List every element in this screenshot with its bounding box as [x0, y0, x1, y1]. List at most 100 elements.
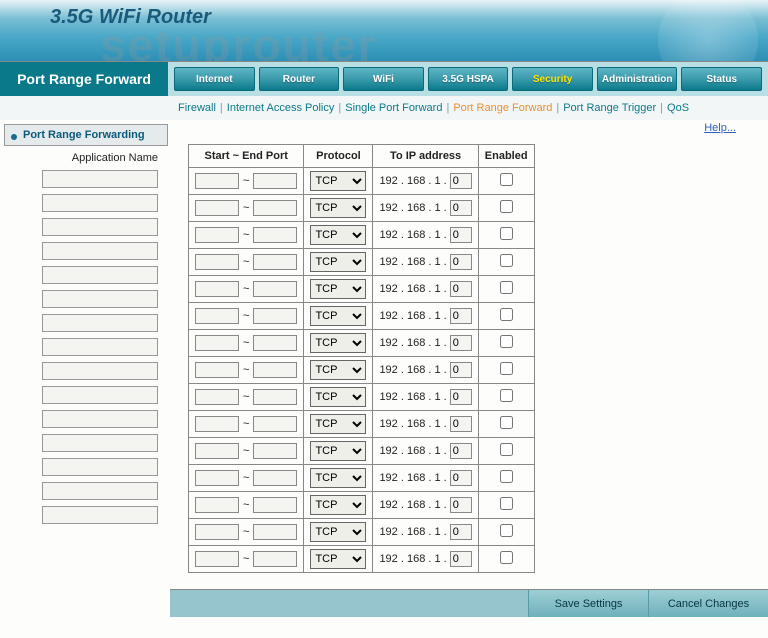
enabled-checkbox[interactable] [500, 416, 513, 429]
enabled-checkbox[interactable] [500, 443, 513, 456]
ip-last-octet-input[interactable] [450, 335, 472, 351]
application-name-input[interactable] [42, 266, 158, 284]
nav-tab-wifi[interactable]: WiFi [343, 67, 424, 91]
ip-last-octet-input[interactable] [450, 227, 472, 243]
protocol-select[interactable]: TCPUDPBoth [310, 171, 366, 191]
start-port-input[interactable] [195, 470, 239, 486]
enabled-checkbox[interactable] [500, 200, 513, 213]
protocol-select[interactable]: TCPUDPBoth [310, 468, 366, 488]
enabled-checkbox[interactable] [500, 335, 513, 348]
cancel-changes-button[interactable]: Cancel Changes [648, 590, 768, 617]
start-port-input[interactable] [195, 200, 239, 216]
nav-tab-status[interactable]: Status [681, 67, 762, 91]
enabled-checkbox[interactable] [500, 227, 513, 240]
enabled-checkbox[interactable] [500, 254, 513, 267]
start-port-input[interactable] [195, 524, 239, 540]
application-name-input[interactable] [42, 170, 158, 188]
application-name-input[interactable] [42, 194, 158, 212]
nav-tab-administration[interactable]: Administration [597, 67, 678, 91]
application-name-input[interactable] [42, 506, 158, 524]
protocol-select[interactable]: TCPUDPBoth [310, 252, 366, 272]
protocol-select[interactable]: TCPUDPBoth [310, 414, 366, 434]
protocol-select[interactable]: TCPUDPBoth [310, 387, 366, 407]
nav-tab-3-5g-hspa[interactable]: 3.5G HSPA [428, 67, 509, 91]
enabled-checkbox[interactable] [500, 497, 513, 510]
protocol-select[interactable]: TCPUDPBoth [310, 198, 366, 218]
protocol-select[interactable]: TCPUDPBoth [310, 549, 366, 569]
start-port-input[interactable] [195, 227, 239, 243]
start-port-input[interactable] [195, 173, 239, 189]
enabled-checkbox[interactable] [500, 524, 513, 537]
application-name-input[interactable] [42, 362, 158, 380]
end-port-input[interactable] [253, 281, 297, 297]
enabled-checkbox[interactable] [500, 308, 513, 321]
protocol-select[interactable]: TCPUDPBoth [310, 279, 366, 299]
application-name-input[interactable] [42, 482, 158, 500]
nav-tab-security[interactable]: Security [512, 67, 593, 91]
end-port-input[interactable] [253, 173, 297, 189]
ip-last-octet-input[interactable] [450, 362, 472, 378]
end-port-input[interactable] [253, 416, 297, 432]
ip-last-octet-input[interactable] [450, 470, 472, 486]
end-port-input[interactable] [253, 389, 297, 405]
end-port-input[interactable] [253, 524, 297, 540]
subnav-port-range-trigger[interactable]: Port Range Trigger [563, 102, 656, 114]
protocol-select[interactable]: TCPUDPBoth [310, 360, 366, 380]
enabled-checkbox[interactable] [500, 551, 513, 564]
end-port-input[interactable] [253, 254, 297, 270]
end-port-input[interactable] [253, 362, 297, 378]
start-port-input[interactable] [195, 254, 239, 270]
ip-last-octet-input[interactable] [450, 173, 472, 189]
application-name-input[interactable] [42, 242, 158, 260]
end-port-input[interactable] [253, 227, 297, 243]
subnav-internet-access-policy[interactable]: Internet Access Policy [227, 102, 335, 114]
application-name-input[interactable] [42, 410, 158, 428]
protocol-select[interactable]: TCPUDPBoth [310, 495, 366, 515]
application-name-input[interactable] [42, 458, 158, 476]
start-port-input[interactable] [195, 497, 239, 513]
end-port-input[interactable] [253, 443, 297, 459]
help-link[interactable]: Help... [704, 122, 736, 134]
subnav-single-port-forward[interactable]: Single Port Forward [345, 102, 442, 114]
end-port-input[interactable] [253, 497, 297, 513]
start-port-input[interactable] [195, 335, 239, 351]
end-port-input[interactable] [253, 551, 297, 567]
application-name-input[interactable] [42, 434, 158, 452]
application-name-input[interactable] [42, 218, 158, 236]
enabled-checkbox[interactable] [500, 281, 513, 294]
start-port-input[interactable] [195, 308, 239, 324]
end-port-input[interactable] [253, 308, 297, 324]
ip-last-octet-input[interactable] [450, 416, 472, 432]
protocol-select[interactable]: TCPUDPBoth [310, 441, 366, 461]
enabled-checkbox[interactable] [500, 362, 513, 375]
start-port-input[interactable] [195, 443, 239, 459]
start-port-input[interactable] [195, 362, 239, 378]
application-name-input[interactable] [42, 314, 158, 332]
nav-tab-router[interactable]: Router [259, 67, 340, 91]
subnav-port-range-forward[interactable]: Port Range Forward [453, 102, 552, 114]
ip-last-octet-input[interactable] [450, 524, 472, 540]
start-port-input[interactable] [195, 551, 239, 567]
ip-last-octet-input[interactable] [450, 254, 472, 270]
ip-last-octet-input[interactable] [450, 497, 472, 513]
end-port-input[interactable] [253, 200, 297, 216]
enabled-checkbox[interactable] [500, 173, 513, 186]
protocol-select[interactable]: TCPUDPBoth [310, 306, 366, 326]
end-port-input[interactable] [253, 335, 297, 351]
subnav-firewall[interactable]: Firewall [178, 102, 216, 114]
ip-last-octet-input[interactable] [450, 308, 472, 324]
start-port-input[interactable] [195, 416, 239, 432]
ip-last-octet-input[interactable] [450, 551, 472, 567]
ip-last-octet-input[interactable] [450, 200, 472, 216]
nav-tab-internet[interactable]: Internet [174, 67, 255, 91]
protocol-select[interactable]: TCPUDPBoth [310, 225, 366, 245]
end-port-input[interactable] [253, 470, 297, 486]
subnav-qos[interactable]: QoS [667, 102, 689, 114]
application-name-input[interactable] [42, 338, 158, 356]
start-port-input[interactable] [195, 281, 239, 297]
application-name-input[interactable] [42, 386, 158, 404]
protocol-select[interactable]: TCPUDPBoth [310, 333, 366, 353]
enabled-checkbox[interactable] [500, 470, 513, 483]
enabled-checkbox[interactable] [500, 389, 513, 402]
ip-last-octet-input[interactable] [450, 281, 472, 297]
